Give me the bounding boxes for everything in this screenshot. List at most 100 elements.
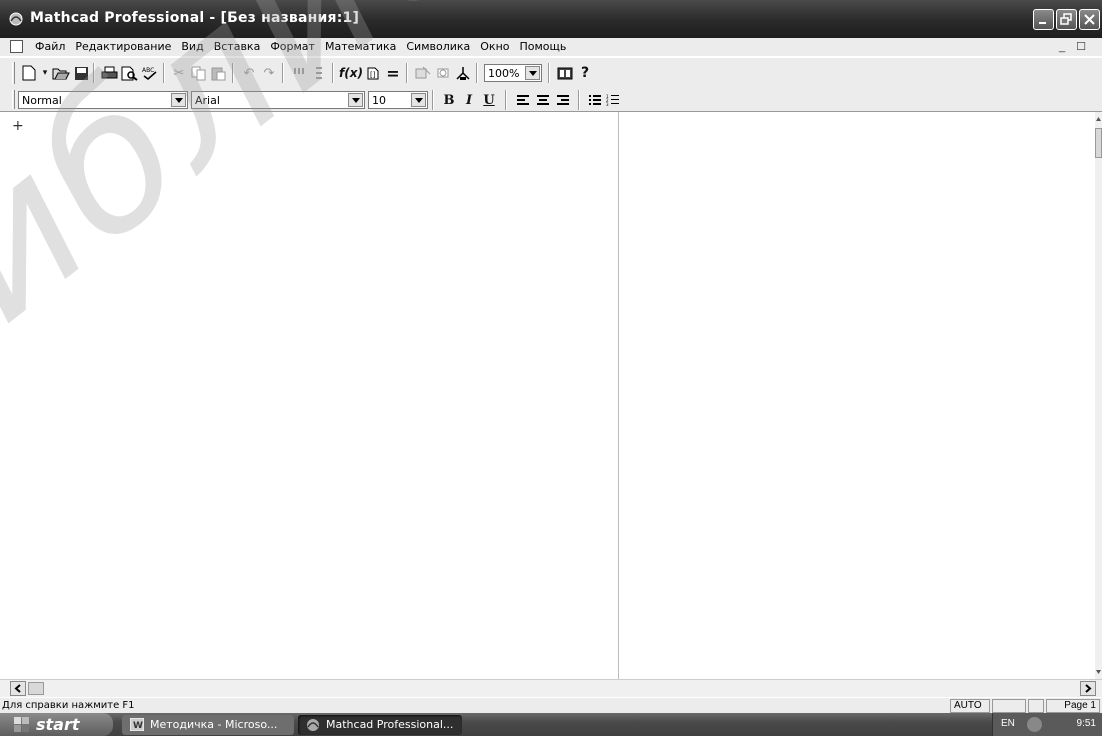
formatting-toolbar: Normal Arial 10 B I U 123: [0, 88, 1102, 112]
separator: [282, 63, 284, 83]
scroll-left-icon[interactable]: [10, 681, 26, 696]
svg-text:3: 3: [606, 102, 609, 106]
separator: [505, 90, 507, 110]
close-button[interactable]: [1079, 9, 1100, 30]
help-icon[interactable]: ?: [576, 64, 594, 82]
svg-text:[]: []: [370, 71, 376, 79]
taskbar-item-mathcad[interactable]: Mathcad Professional...: [298, 715, 462, 735]
separator: [432, 90, 434, 110]
taskbar-item-label: Методичка - Microso...: [150, 718, 278, 731]
clock[interactable]: 9:51: [1077, 718, 1096, 729]
scroll-right-icon[interactable]: [1080, 681, 1096, 696]
calculate-icon[interactable]: =: [384, 64, 402, 83]
resource-center-icon[interactable]: [454, 64, 472, 82]
chevron-down-icon[interactable]: [171, 93, 186, 107]
menu-bar: Файл Редактирование Вид Вставка Формат Матема…: [0, 38, 1102, 56]
underline-button[interactable]: U: [480, 91, 498, 109]
toolbar-grip[interactable]: [12, 62, 15, 84]
menu-item-0[interactable]: Файл: [30, 40, 70, 54]
crosshair-cursor: +: [12, 118, 24, 134]
scroll-up-icon[interactable]: [1095, 114, 1102, 124]
menu-item-4[interactable]: Формат: [265, 40, 320, 54]
chevron-down-icon[interactable]: [411, 93, 426, 107]
align-center-icon[interactable]: [534, 91, 552, 109]
numbered-list-icon[interactable]: 123: [604, 91, 622, 109]
print-preview-icon[interactable]: [120, 64, 138, 82]
undo-icon[interactable]: ↶: [240, 64, 258, 82]
paste-icon[interactable]: [210, 64, 228, 82]
separator: [332, 63, 334, 83]
zoom-value: 100%: [488, 67, 520, 80]
font-size-select[interactable]: 10: [368, 91, 428, 109]
menu-item-8[interactable]: Помощь: [515, 40, 572, 54]
font-value: Arial: [195, 94, 220, 107]
separator: [548, 63, 550, 83]
font-select[interactable]: Arial: [191, 91, 365, 109]
copy-icon[interactable]: [190, 64, 208, 82]
calc-mode-indicator: AUTO: [950, 699, 990, 713]
insert-function-icon[interactable]: f(x): [339, 64, 363, 82]
taskbar-item-label: Mathcad Professional...: [326, 718, 454, 731]
menu-item-3[interactable]: Вставка: [209, 40, 266, 54]
taskbar-item-word[interactable]: W Методичка - Microso...: [122, 715, 294, 735]
page-break-line: [618, 112, 619, 679]
save-icon[interactable]: [72, 64, 90, 82]
italic-button[interactable]: I: [460, 91, 478, 109]
word-document-icon: W: [129, 717, 145, 732]
insert-unit-icon[interactable]: []: [364, 64, 382, 82]
align-down-icon[interactable]: [310, 64, 328, 82]
document-window-controls[interactable]: _ ☐: [1059, 40, 1090, 53]
tray-expand-icon[interactable]: [1027, 717, 1042, 732]
menu-item-1[interactable]: Редактирование: [70, 40, 176, 54]
separator: [163, 63, 165, 83]
insert-component-icon[interactable]: [434, 64, 452, 82]
zoom-select[interactable]: 100%: [484, 64, 542, 82]
vertical-scroll-thumb[interactable]: [1095, 128, 1102, 158]
bullet-list-icon[interactable]: [586, 91, 604, 109]
menu-item-6[interactable]: Символика: [401, 40, 475, 54]
bold-button[interactable]: B: [440, 91, 458, 109]
mathcad-app-icon: [306, 718, 320, 731]
cut-icon[interactable]: ✂: [170, 64, 188, 82]
resource-book-icon[interactable]: [556, 64, 574, 82]
svg-text:ABC: ABC: [142, 67, 154, 74]
restore-button[interactable]: [1056, 9, 1077, 30]
worksheet-area[interactable]: +: [0, 112, 1095, 679]
document-system-menu-icon[interactable]: [10, 40, 23, 53]
separator: [93, 63, 95, 83]
style-value: Normal: [22, 94, 62, 107]
spell-check-icon[interactable]: ABC: [140, 64, 158, 82]
toolbar-grip[interactable]: [12, 90, 15, 109]
windows-logo-icon: [14, 717, 30, 732]
redo-icon[interactable]: ↷: [260, 64, 278, 82]
language-indicator[interactable]: EN: [1001, 718, 1015, 729]
system-tray: EN 9:51: [992, 713, 1102, 736]
menu-item-5[interactable]: Математика: [320, 40, 401, 54]
horizontal-scroll-thumb[interactable]: [28, 682, 44, 695]
horizontal-scrollbar[interactable]: [0, 679, 1102, 697]
align-left-icon[interactable]: [514, 91, 532, 109]
separator: [476, 63, 478, 83]
start-label: start: [36, 715, 80, 734]
status-cell-empty: [992, 699, 1026, 713]
insert-hyperlink-icon[interactable]: [414, 64, 432, 82]
vertical-scrollbar[interactable]: [1095, 112, 1102, 679]
print-icon[interactable]: [100, 64, 118, 82]
minimize-button[interactable]: [1033, 9, 1054, 30]
scroll-down-icon[interactable]: [1095, 667, 1102, 677]
status-bar: Для справки нажмите F1 AUTO Page 1: [0, 697, 1102, 713]
menu-item-7[interactable]: Окно: [475, 40, 514, 54]
separator: [406, 63, 408, 83]
chevron-down-icon[interactable]: [525, 66, 540, 80]
windows-taskbar: start W Методичка - Microso... Mathcad P…: [0, 713, 1102, 736]
align-right-icon[interactable]: [554, 91, 572, 109]
align-across-icon[interactable]: [290, 64, 308, 82]
open-folder-icon[interactable]: [52, 64, 70, 82]
style-select[interactable]: Normal: [18, 91, 188, 109]
status-help-text: Для справки нажмите F1: [2, 700, 135, 711]
menu-item-2[interactable]: Вид: [176, 40, 208, 54]
page-indicator: Page 1: [1046, 699, 1100, 713]
chevron-down-icon[interactable]: [348, 93, 363, 107]
window-titlebar[interactable]: Mathcad Professional - [Без названия:1]: [0, 0, 1102, 38]
start-button[interactable]: start: [0, 713, 113, 736]
